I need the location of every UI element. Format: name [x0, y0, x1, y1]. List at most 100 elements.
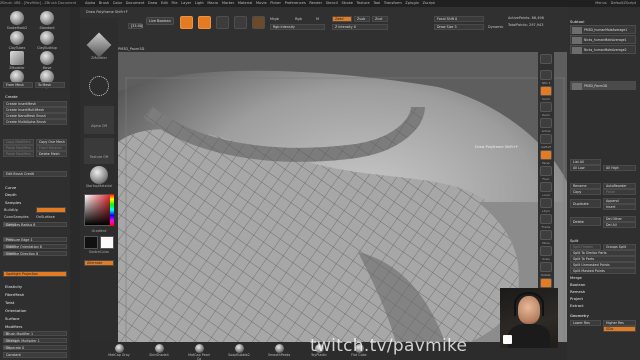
menu-item-tool[interactable]: Tool	[373, 1, 380, 5]
draw-button[interactable]	[198, 16, 211, 29]
copy-one-mesh-button[interactable]: Copy One Mesh	[36, 139, 67, 145]
aahalf-icon[interactable]	[540, 134, 552, 144]
groups-split-button[interactable]: Groups Split	[603, 244, 636, 250]
menu-item-zplugin[interactable]: Zplugin	[405, 1, 419, 5]
zsub-button[interactable]: Zsub	[354, 16, 370, 22]
append-button[interactable]: Append	[603, 198, 636, 204]
onsurface-label[interactable]: OnSurface	[36, 215, 55, 219]
move-icon[interactable]	[540, 230, 552, 240]
copy-button[interactable]: Copy	[570, 189, 601, 195]
z-intensity-slider[interactable]: Z Intensity 0	[332, 24, 388, 30]
paste-modifiers-button-2[interactable]: Paste Modifiers	[3, 151, 34, 157]
rename-button[interactable]: Rename	[570, 183, 601, 189]
standard-brush-button[interactable]: Standard	[36, 11, 58, 30]
paste-modifiers-button[interactable]: Paste Modifiers	[3, 145, 34, 151]
zadd-button[interactable]: Zadd	[332, 16, 352, 22]
spotlight-projection-button[interactable]: Spotlight Projection	[3, 271, 67, 277]
polyf-icon[interactable]	[540, 278, 552, 288]
from-mesh-button[interactable]: From Mesh	[3, 82, 33, 88]
menu-item-document[interactable]: Document	[126, 1, 145, 5]
all-high-button[interactable]: All High	[603, 165, 636, 171]
menu-item-light[interactable]: Light	[195, 1, 204, 5]
material-button[interactable]: MatCap Pearl Ca	[188, 344, 210, 360]
scroll-icon[interactable]	[540, 86, 552, 96]
menu-item-zscript[interactable]: Zscript	[422, 1, 434, 5]
edit-button[interactable]	[180, 16, 193, 29]
menu-item-texture[interactable]: Texture	[357, 1, 370, 5]
del-other-button[interactable]: Del Other	[603, 216, 636, 222]
stroke-card[interactable]	[84, 76, 114, 102]
curve-section[interactable]: Curve	[5, 185, 16, 190]
focal-shift-slider[interactable]: Focal Shift 0	[434, 16, 484, 22]
orientation-section[interactable]: Orientation	[5, 308, 26, 313]
gradient-label[interactable]: Gradient	[84, 229, 114, 234]
zcut-button[interactable]: Zcut	[372, 16, 388, 22]
material-button[interactable]: SkinShade4	[148, 344, 170, 357]
subtool-item[interactable]: PM3D_humanMaleAverage1	[570, 25, 636, 34]
constant-button[interactable]: Constant	[3, 352, 67, 358]
create-insertmesh-button[interactable]: Create InsertMesh	[3, 101, 67, 107]
floor-icon[interactable]	[540, 166, 552, 176]
rgb-intensity-slider[interactable]: Rgb Intensity	[270, 24, 325, 30]
project-section[interactable]: Project	[570, 296, 583, 301]
bpr-icon[interactable]	[540, 54, 552, 64]
alternate-button[interactable]: Alternate	[84, 260, 114, 266]
subtool-item[interactable]: Nicks_humanMaleAverage2	[570, 45, 636, 54]
modifiers-section[interactable]: Modifiers	[5, 324, 22, 329]
zmodeler-card[interactable]: ZModeler	[84, 32, 114, 66]
boolean-section[interactable]: Boolean	[570, 282, 585, 287]
buildup-toggle[interactable]	[36, 207, 66, 213]
menu-item-preferences[interactable]: Preferences	[285, 1, 306, 5]
menu-item-edit[interactable]: Edit	[161, 1, 168, 5]
material-button[interactable]: MatCap Gray	[108, 344, 130, 357]
mrgb-label[interactable]: Mrgb	[270, 17, 279, 21]
fibermesh-section[interactable]: FiberMesh	[5, 292, 24, 297]
zmodeler-brush-button[interactable]: ZModeler	[6, 51, 28, 70]
menu-item-layer[interactable]: Layer	[181, 1, 191, 5]
menu-item-movie[interactable]: Movie	[256, 1, 267, 5]
buildup-label[interactable]: BuildUp	[4, 208, 18, 212]
split-similar-button[interactable]: Split To Similar Parts	[570, 250, 636, 256]
delete-mesh-button[interactable]: Delete Mesh	[36, 151, 67, 157]
frame-icon[interactable]	[540, 214, 552, 224]
del-all-button[interactable]: Del All	[603, 222, 636, 228]
material-card[interactable]: StartupMaterial	[84, 166, 114, 192]
rotate-icon[interactable]	[540, 262, 552, 272]
samples-section[interactable]: Samples	[5, 200, 21, 205]
menu-item-marker[interactable]: Marker	[222, 1, 234, 5]
local-icon[interactable]	[540, 182, 552, 192]
create-multialpha-button[interactable]: Create MultiAlpha Brush	[3, 119, 67, 125]
live-boolean-button[interactable]: Live Boolean	[146, 17, 174, 25]
dynamic-toggle[interactable]: Dynamic	[488, 25, 503, 29]
menu-item-macro[interactable]: Macro	[207, 1, 218, 5]
snakehook-brush-button[interactable]: SnakeHook2	[6, 11, 28, 30]
copy-modifiers-button[interactable]: Copy Modifiers	[3, 139, 34, 145]
menus-toggle[interactable]: Menus	[595, 1, 606, 5]
scale-icon[interactable]	[540, 246, 552, 256]
spix-icon[interactable]	[540, 70, 552, 80]
split-section[interactable]: Split	[570, 238, 578, 243]
seperate-slider[interactable]: Seperate 0	[3, 345, 67, 350]
menu-item-color[interactable]: Color	[113, 1, 122, 5]
material-button[interactable]: SoapBubble2	[228, 344, 250, 357]
create-nanomesh-button[interactable]: Create NanoMesh Brush	[3, 113, 67, 119]
connsamples-label[interactable]: ConnSamples	[4, 215, 29, 219]
paste-button[interactable]: Paste	[603, 189, 636, 195]
higher-res-button[interactable]: Higher Res	[603, 320, 636, 326]
rgb-label[interactable]: Rgb	[295, 17, 302, 21]
persp-icon[interactable]	[540, 150, 552, 160]
lower-res-button[interactable]: Lower Res	[570, 320, 601, 326]
default-zscript[interactable]: DefaultZScript	[611, 1, 636, 5]
sideline-orientation-slider[interactable]: Sideline Orientation 8	[3, 244, 67, 249]
actual-icon[interactable]	[540, 118, 552, 128]
split-hidden-button[interactable]: Split Hidden	[570, 244, 601, 250]
menu-item-stencil[interactable]: Stencil	[326, 1, 338, 5]
split-parts-button[interactable]: Split To Parts	[570, 256, 636, 262]
rotate-button[interactable]	[252, 16, 265, 29]
menu-item-render[interactable]: Render	[309, 1, 322, 5]
samples-radius-slider[interactable]: Samples Radius 8	[3, 222, 67, 227]
brush-modifier-slider[interactable]: Brush Modifier 1	[3, 331, 67, 336]
autoreorder-button[interactable]: AutoReorder	[603, 183, 636, 189]
claytubes-brush-button[interactable]: ClayTubes	[6, 31, 28, 50]
claybuildup-brush-button[interactable]: ClayBuildup	[36, 31, 58, 50]
